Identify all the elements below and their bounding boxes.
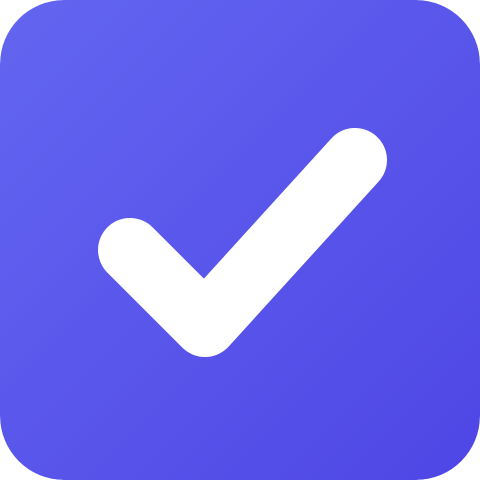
app-icon-tile xyxy=(0,0,480,480)
checkmark-icon xyxy=(0,0,480,480)
